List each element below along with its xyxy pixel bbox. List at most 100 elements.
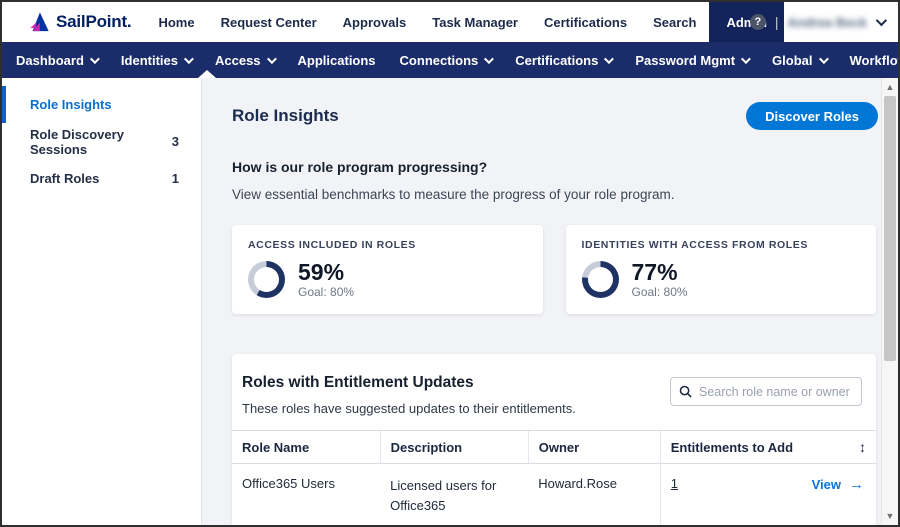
adminnav-dashboard[interactable]: Dashboard: [4, 42, 109, 78]
column-label: Entitlements to Add: [670, 439, 794, 455]
chevron-down-icon: [183, 53, 194, 64]
donut-chart: [581, 261, 619, 299]
active-tab-notch: [198, 70, 216, 78]
adminnav-label: Applications: [297, 52, 376, 68]
divider: |: [774, 14, 779, 30]
metric-value: 59%: [298, 259, 345, 285]
search-icon: [679, 385, 692, 398]
search-input[interactable]: [699, 384, 853, 399]
scroll-up-icon[interactable]: ▲: [882, 80, 898, 94]
chevron-down-icon: [818, 53, 829, 64]
column-role-name[interactable]: Role Name: [232, 430, 381, 464]
adminnav-certifications[interactable]: Certifications: [503, 42, 623, 78]
donut-chart: [248, 261, 285, 299]
brand-name: SailPoint.: [56, 12, 132, 31]
entitlements-count[interactable]: 1: [671, 476, 678, 491]
adminnav-workflows[interactable]: Workflows: [838, 42, 899, 78]
metric-text: 59% Goal: 80%: [298, 260, 354, 299]
section-heading: How is our role program progressing?: [232, 159, 488, 175]
user-name: Andrea Beck: [787, 14, 867, 30]
topbar-right-controls: ? | Andrea Beck: [749, 2, 888, 42]
chevron-down-icon: [266, 53, 277, 64]
arrow-right-icon: →: [849, 476, 864, 493]
chevron-down-icon[interactable]: [875, 14, 888, 27]
sailpoint-logo[interactable]: SailPoint.: [2, 2, 145, 42]
topnav-task-manager[interactable]: Task Manager: [419, 2, 531, 42]
column-description[interactable]: Description: [379, 430, 529, 464]
roles-table-header: Roles with Entitlement Updates These rol…: [232, 354, 876, 430]
admin-navigation: Dashboard Identities Access Applications…: [2, 42, 898, 78]
chevron-down-icon: [741, 53, 751, 64]
topnav-search[interactable]: Search: [640, 2, 709, 42]
metric-goal: Goal: 80%: [298, 285, 355, 300]
sidebar-item-count: 3: [171, 134, 179, 149]
metric-row: 59% Goal: 80%: [248, 260, 527, 299]
metric-goal: Goal: 80%: [631, 285, 688, 300]
app-window: SailPoint. Home Request Center Approvals…: [0, 0, 900, 527]
metric-label: IDENTITIES WITH ACCESS FROM ROLES: [581, 239, 808, 251]
description-text: Licensed users for Office365: [390, 478, 497, 514]
main-content: Role Insights Discover Roles How is our …: [202, 78, 898, 526]
adminnav-label: Global: [772, 52, 813, 68]
topnav-request-center[interactable]: Request Center: [208, 2, 330, 42]
metric-row: 77% Goal: 80%: [581, 259, 861, 300]
metric-value: 77%: [631, 259, 678, 285]
adminnav-global[interactable]: Global: [760, 42, 837, 78]
cell-entitlements: 1 View →: [659, 463, 876, 525]
adminnav-label: Connections: [399, 52, 479, 68]
adminnav-label: Dashboard: [16, 52, 84, 68]
table-row[interactable]: Office365 Users Licensed users for Offic…: [232, 463, 876, 526]
page-header: Role Insights Discover Roles: [232, 102, 878, 130]
sidebar: Role Insights Role Discovery Sessions 3 …: [2, 78, 202, 525]
roles-table-card: Roles with Entitlement Updates These rol…: [232, 354, 876, 526]
adminnav-label: Password Mgmt: [635, 52, 736, 68]
discover-roles-button[interactable]: Discover Roles: [746, 102, 878, 130]
chevron-down-icon: [484, 53, 495, 64]
metric-cards: ACCESS INCLUDED IN ROLES 59% Goal: 80% I…: [232, 225, 878, 314]
column-owner[interactable]: Owner: [527, 430, 661, 464]
page-body: Role Insights Role Discovery Sessions 3 …: [2, 78, 898, 526]
topnav-approvals[interactable]: Approvals: [330, 2, 420, 42]
page-title: Role Insights: [232, 106, 339, 125]
roles-search-box[interactable]: [670, 377, 862, 406]
table-header-row: Role Name Description Owner Entitlements…: [232, 430, 876, 464]
sidebar-item-role-insights[interactable]: Role Insights: [2, 86, 201, 123]
sidebar-item-label: Role Insights: [30, 97, 112, 112]
scrollbar-thumb[interactable]: [884, 96, 896, 361]
adminnav-label: Access: [214, 52, 261, 68]
cell-owner: Howard.Rose: [538, 476, 617, 491]
sailpoint-sail-icon: [30, 12, 49, 32]
sidebar-item-count: 1: [171, 171, 179, 186]
view-link[interactable]: View →: [812, 476, 868, 493]
sidebar-item-draft-roles[interactable]: Draft Roles 1: [2, 160, 201, 197]
adminnav-password-mgmt[interactable]: Password Mgmt: [623, 42, 760, 78]
help-icon[interactable]: ?: [749, 14, 766, 30]
adminnav-label: Identities: [120, 52, 178, 68]
column-entitlements-to-add[interactable]: Entitlements to Add ↕: [659, 430, 876, 464]
topnav-home[interactable]: Home: [145, 2, 207, 42]
adminnav-identities[interactable]: Identities: [109, 42, 203, 78]
scroll-down-icon[interactable]: ▼: [882, 509, 898, 523]
adminnav-label: Workflows: [849, 52, 899, 68]
chevron-down-icon: [89, 53, 100, 64]
metric-label: ACCESS INCLUDED IN ROLES: [248, 239, 416, 251]
cell-role-name: Office365 Users: [242, 476, 335, 491]
chevron-down-icon: [604, 53, 615, 64]
roles-table: Role Name Description Owner Entitlements…: [232, 430, 876, 526]
sidebar-item-label: Draft Roles: [30, 171, 100, 186]
top-bar: SailPoint. Home Request Center Approvals…: [2, 2, 898, 42]
adminnav-applications[interactable]: Applications: [286, 42, 388, 78]
view-label: View: [811, 477, 841, 492]
topnav-certifications[interactable]: Certifications: [531, 2, 640, 42]
sidebar-item-label: Role Discovery Sessions: [30, 126, 124, 157]
sort-icon[interactable]: ↕: [859, 439, 868, 455]
section-description: View essential benchmarks to measure the…: [232, 187, 675, 202]
metric-card-identities-with-access: IDENTITIES WITH ACCESS FROM ROLES 77% Go…: [565, 225, 876, 314]
cell-description: Licensed users for Office365: [380, 464, 528, 526]
metric-card-access-included: ACCESS INCLUDED IN ROLES 59% Goal: 80%: [232, 225, 543, 314]
sidebar-item-role-discovery-sessions[interactable]: Role Discovery Sessions 3: [2, 123, 201, 160]
vertical-scrollbar[interactable]: ▲ ▼: [881, 78, 898, 525]
adminnav-connections[interactable]: Connections: [388, 42, 504, 78]
top-navigation: Home Request Center Approvals Task Manag…: [145, 2, 784, 42]
adminnav-label: Certifications: [515, 52, 599, 68]
